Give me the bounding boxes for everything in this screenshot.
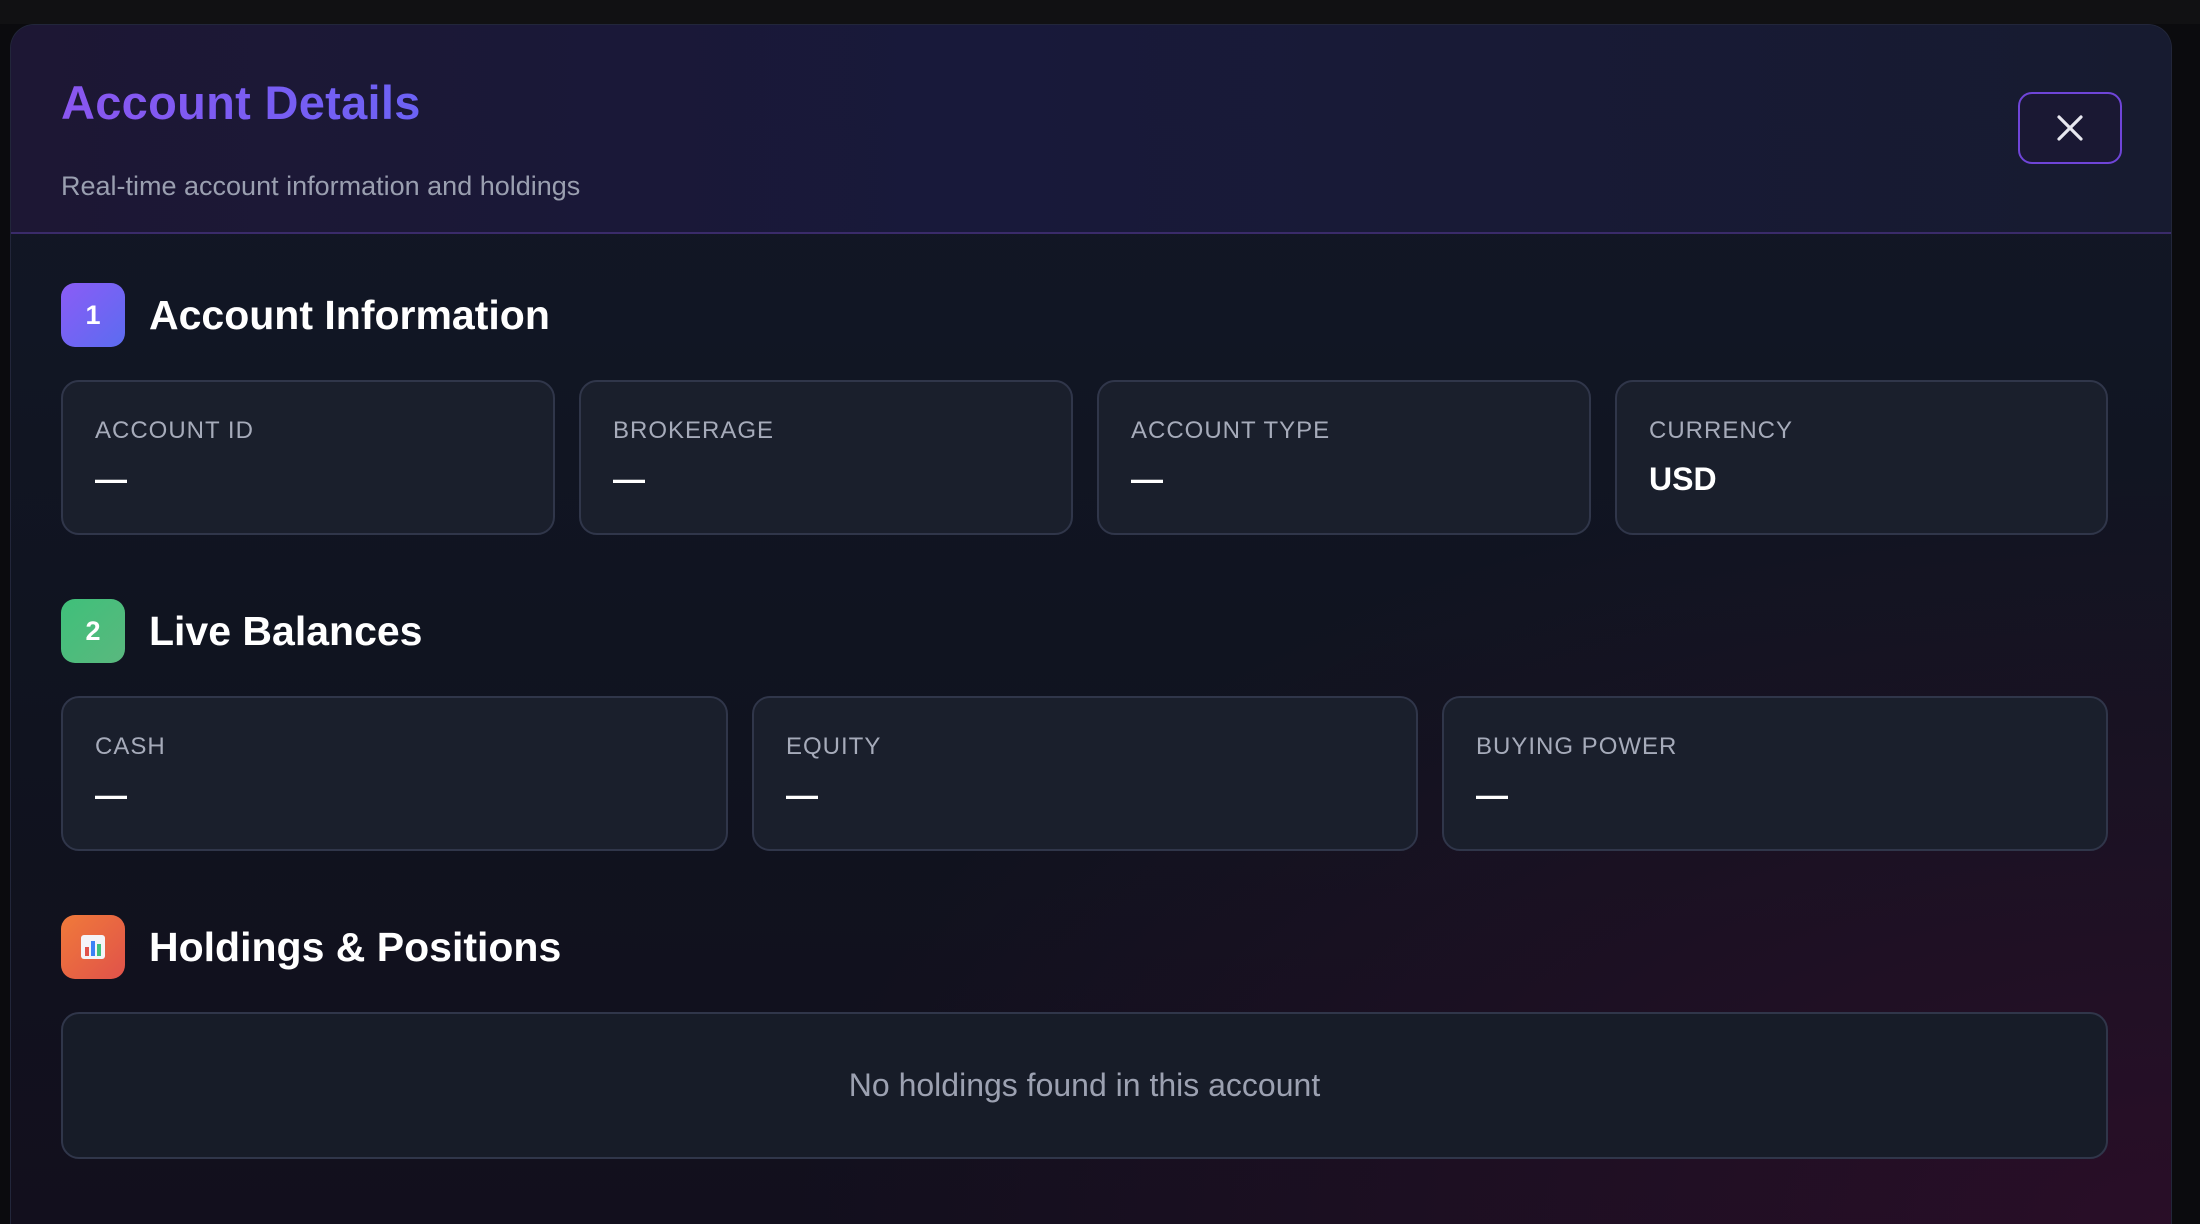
currency-card: CURRENCY USD xyxy=(1615,380,2108,535)
section-title: Account Information xyxy=(149,292,550,338)
card-value: — xyxy=(95,461,127,497)
card-label: CURRENCY xyxy=(1649,417,1794,444)
modal-title: Account Details xyxy=(61,76,421,129)
bar-chart-icon-graphic xyxy=(81,935,105,959)
close-button[interactable] xyxy=(2018,92,2122,164)
section-account-information: 1 Account Information xyxy=(61,283,550,347)
modal-header: Account Details Real-time account inform… xyxy=(11,25,2171,234)
card-label: BROKERAGE xyxy=(613,417,775,444)
card-label: ACCOUNT TYPE xyxy=(1131,417,1331,444)
card-value: — xyxy=(95,777,127,813)
brokerage-card: BROKERAGE — xyxy=(579,380,1073,535)
card-label: BUYING POWER xyxy=(1476,733,1678,760)
cash-card: CASH — xyxy=(61,696,728,851)
card-value: USD xyxy=(1649,461,1717,497)
section-title: Live Balances xyxy=(149,608,423,654)
window-top-bar xyxy=(0,0,2200,24)
card-value: — xyxy=(786,777,818,813)
equity-card: EQUITY — xyxy=(752,696,1418,851)
empty-state-message: No holdings found in this account xyxy=(848,1067,1321,1103)
account-type-card: ACCOUNT TYPE — xyxy=(1097,380,1591,535)
card-label: ACCOUNT ID xyxy=(95,417,254,444)
card-value: — xyxy=(613,461,645,497)
section-holdings-positions: Holdings & Positions xyxy=(61,915,561,979)
section-badge-1: 1 xyxy=(61,283,125,347)
section-title: Holdings & Positions xyxy=(149,924,562,970)
close-icon xyxy=(2057,115,2083,141)
holdings-empty-state: No holdings found in this account xyxy=(61,1012,2108,1159)
buying-power-card: BUYING POWER — xyxy=(1442,696,2108,851)
section-badge-2: 2 xyxy=(61,599,125,663)
account-details-modal: Account Details Real-time account inform… xyxy=(10,24,2172,1224)
section-live-balances: 2 Live Balances xyxy=(61,599,423,663)
bar-chart-icon xyxy=(61,915,125,979)
modal-subtitle: Real-time account information and holdin… xyxy=(61,171,581,201)
card-value: — xyxy=(1131,461,1163,497)
card-label: EQUITY xyxy=(786,733,882,760)
card-label: CASH xyxy=(95,733,166,760)
account-id-card: ACCOUNT ID — xyxy=(61,380,555,535)
card-value: — xyxy=(1476,777,1508,813)
